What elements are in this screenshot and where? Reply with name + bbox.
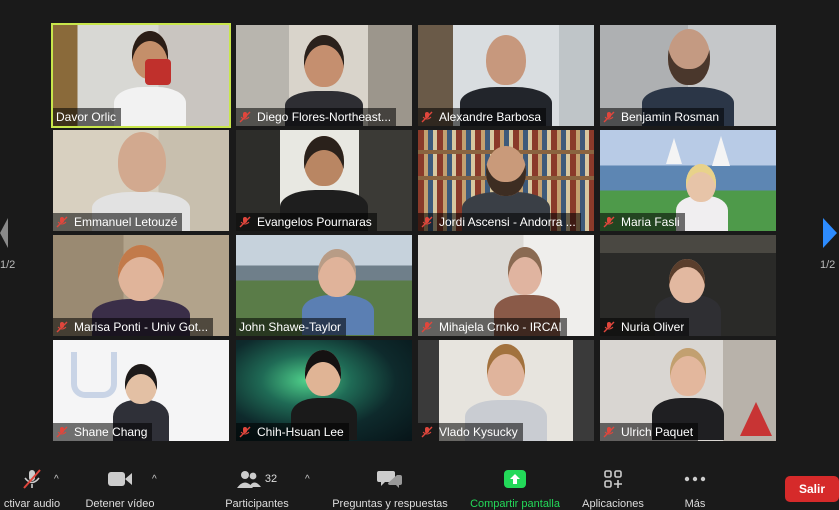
video-tile[interactable]: Evangelos Pournaras: [236, 130, 412, 231]
video-tile[interactable]: Jordi Ascensi - Andorra ...: [418, 130, 594, 231]
mic-muted-icon: [603, 111, 615, 123]
participants-icon: 32: [236, 468, 278, 490]
video-tile[interactable]: John Shawe-Taylor: [236, 235, 412, 336]
mic-muted-icon: [603, 321, 615, 333]
participant-name-tag: Emmanuel Letouzé: [53, 213, 183, 231]
participant-name: Vlado Kysucky: [439, 425, 518, 439]
share-screen-icon: [503, 468, 527, 490]
video-tile[interactable]: Diego Flores-Northeast...: [236, 25, 412, 126]
mic-muted-icon: [421, 216, 433, 228]
participants-label: Participantes: [225, 498, 289, 510]
more-button[interactable]: Más: [680, 468, 710, 510]
participant-name: Davor Orlic: [56, 110, 117, 124]
mic-muted-icon: [56, 426, 68, 438]
mic-muted-icon: [56, 321, 68, 333]
participant-name-tag: Diego Flores-Northeast...: [236, 108, 397, 126]
audio-options-chevron-icon[interactable]: ^: [54, 474, 59, 485]
participant-name-tag: Maria Fasli: [600, 213, 685, 231]
participant-name-tag: Shane Chang: [53, 423, 153, 441]
mic-muted-icon: [421, 426, 433, 438]
mic-muted-icon: [421, 321, 433, 333]
more-dots-icon: [684, 468, 706, 490]
participant-name-tag: Marisa Ponti - Univ Got...: [53, 318, 214, 336]
participant-name-tag: John Shawe-Taylor: [236, 318, 347, 336]
meeting-toolbar: ctivar audio ^ Detener vídeo ^ 32 Partic…: [0, 460, 839, 510]
stop-video-button[interactable]: Detener vídeo: [82, 468, 158, 510]
participant-name: Maria Fasli: [621, 215, 680, 229]
mic-muted-icon: [603, 426, 615, 438]
participant-name-tag: Mihajela Crnko - IRCAI: [418, 318, 567, 336]
participant-name: Ulrich Paquet: [621, 425, 694, 439]
leave-meeting-button[interactable]: Salir: [785, 476, 839, 502]
next-page-arrow-icon[interactable]: [823, 218, 837, 248]
mic-muted-icon: [239, 426, 251, 438]
video-camera-icon: [107, 468, 133, 490]
participants-count: 32: [264, 473, 278, 485]
share-screen-label: Compartir pantalla: [470, 498, 560, 510]
video-options-chevron-icon[interactable]: ^: [152, 474, 157, 485]
participant-name: Diego Flores-Northeast...: [257, 110, 392, 124]
apps-label: Aplicaciones: [582, 498, 644, 510]
participants-options-chevron-icon[interactable]: ^: [305, 474, 310, 485]
video-tile[interactable]: Davor Orlic: [51, 23, 231, 128]
participant-name: Chih-Hsuan Lee: [257, 425, 344, 439]
mic-muted-icon: [603, 216, 615, 228]
participant-name: Shane Chang: [74, 425, 148, 439]
participant-name: John Shawe-Taylor: [239, 320, 342, 334]
mic-muted-icon: [421, 111, 433, 123]
participant-name-tag: Evangelos Pournaras: [236, 213, 377, 231]
video-tile[interactable]: Mihajela Crnko - IRCAI: [418, 235, 594, 336]
qa-button[interactable]: Preguntas y respuestas: [330, 468, 450, 510]
participants-button[interactable]: 32 Participantes: [222, 468, 292, 510]
video-tile[interactable]: Benjamin Rosman: [600, 25, 776, 126]
participant-name: Benjamin Rosman: [621, 110, 720, 124]
participant-name-tag: Nuria Oliver: [600, 318, 690, 336]
participant-name: Jordi Ascensi - Andorra ...: [439, 215, 576, 229]
participant-name: Mihajela Crnko - IRCAI: [439, 320, 562, 334]
video-tile[interactable]: Alexandre Barbosa: [418, 25, 594, 126]
video-tile[interactable]: Chih-Hsuan Lee: [236, 340, 412, 441]
mic-muted-icon: [56, 216, 68, 228]
participant-name-tag: Ulrich Paquet: [600, 423, 699, 441]
video-tile[interactable]: Shane Chang: [53, 340, 229, 441]
participant-name: Marisa Ponti - Univ Got...: [74, 320, 209, 334]
participant-name: Alexandre Barbosa: [439, 110, 542, 124]
participant-name: Evangelos Pournaras: [257, 215, 372, 229]
video-tile[interactable]: Vlado Kysucky: [418, 340, 594, 441]
apps-button[interactable]: Aplicaciones: [579, 468, 647, 510]
participant-name-tag: Chih-Hsuan Lee: [236, 423, 349, 441]
video-tile[interactable]: Emmanuel Letouzé: [53, 130, 229, 231]
mic-muted-icon: [239, 111, 251, 123]
previous-page-arrow-icon[interactable]: [0, 218, 14, 248]
qa-label: Preguntas y respuestas: [332, 498, 448, 510]
participant-name: Nuria Oliver: [621, 320, 685, 334]
participant-name: Emmanuel Letouzé: [74, 215, 178, 229]
video-tile[interactable]: Marisa Ponti - Univ Got...: [53, 235, 229, 336]
unmute-audio-label: ctivar audio: [3, 498, 61, 510]
mic-muted-icon: [21, 468, 43, 490]
page-indicator-left: 1/2: [0, 259, 16, 271]
stop-video-label: Detener vídeo: [85, 498, 155, 510]
apps-icon: [603, 468, 623, 490]
chat-bubbles-icon: [377, 468, 403, 490]
participant-name-tag: Benjamin Rosman: [600, 108, 725, 126]
video-tile[interactable]: Maria Fasli: [600, 130, 776, 231]
participant-name-tag: Vlado Kysucky: [418, 423, 523, 441]
video-tile[interactable]: Ulrich Paquet: [600, 340, 776, 441]
page-indicator-right: 1/2: [820, 259, 836, 271]
participant-name-tag: Alexandre Barbosa: [418, 108, 547, 126]
video-tile[interactable]: Nuria Oliver: [600, 235, 776, 336]
more-label: Más: [684, 498, 706, 510]
share-screen-button[interactable]: Compartir pantalla: [465, 468, 565, 510]
participant-name-tag: Davor Orlic: [53, 108, 122, 126]
video-grid: Davor Orlic Diego Flores-Northeast... Al…: [0, 0, 839, 460]
participant-name-tag: Jordi Ascensi - Andorra ...: [418, 213, 581, 231]
mic-muted-icon: [239, 216, 251, 228]
